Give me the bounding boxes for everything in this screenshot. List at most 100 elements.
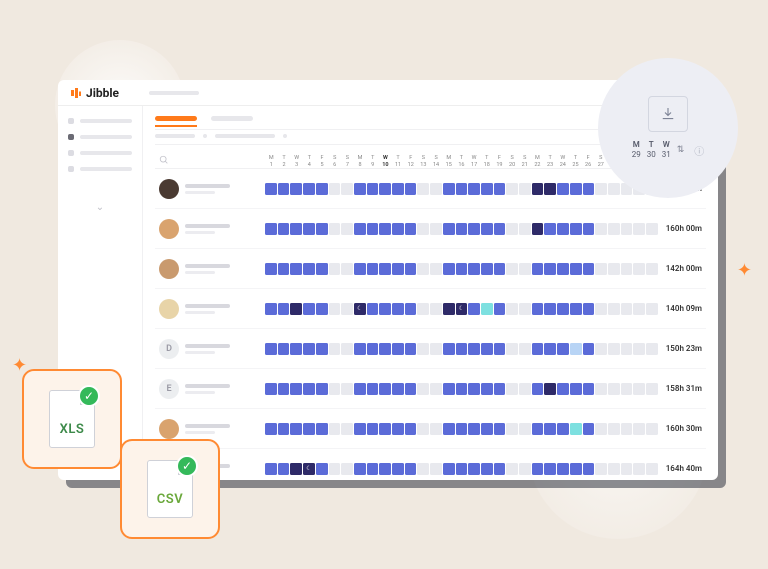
day-cell[interactable]	[329, 223, 341, 235]
day-cell[interactable]	[443, 223, 455, 235]
day-cell[interactable]	[354, 223, 366, 235]
day-cell[interactable]	[417, 423, 429, 435]
day-cell[interactable]	[570, 303, 582, 315]
day-cell[interactable]	[265, 383, 277, 395]
day-cell[interactable]	[633, 423, 645, 435]
day-cell[interactable]	[506, 223, 518, 235]
day-cell[interactable]	[557, 263, 569, 275]
day-cell[interactable]	[468, 223, 480, 235]
day-cell[interactable]	[303, 423, 315, 435]
day-cell[interactable]	[583, 263, 595, 275]
day-cell[interactable]	[557, 303, 569, 315]
day-cell[interactable]	[290, 343, 302, 355]
day-cell[interactable]	[341, 303, 353, 315]
day-cell[interactable]	[417, 263, 429, 275]
day-cell[interactable]	[621, 423, 633, 435]
day-cell[interactable]	[621, 303, 633, 315]
day-cell[interactable]	[379, 183, 391, 195]
timesheet-row[interactable]: ☾164h 40m	[155, 449, 706, 480]
day-cell[interactable]	[633, 343, 645, 355]
search-icon[interactable]	[159, 155, 169, 168]
day-cell[interactable]	[341, 263, 353, 275]
day-cell[interactable]	[595, 343, 607, 355]
day-cell[interactable]	[456, 423, 468, 435]
day-cell[interactable]	[494, 183, 506, 195]
day-cell[interactable]	[570, 383, 582, 395]
filter-control[interactable]	[215, 134, 275, 138]
chevron-down-icon[interactable]: ⌄	[96, 202, 104, 213]
day-cell[interactable]	[583, 183, 595, 195]
day-cell[interactable]	[354, 183, 366, 195]
day-cell[interactable]	[430, 263, 442, 275]
day-cell[interactable]	[392, 343, 404, 355]
day-cell[interactable]	[633, 303, 645, 315]
export-xls-badge[interactable]: XLS ✓	[22, 369, 122, 469]
day-cell[interactable]	[468, 263, 480, 275]
day-cell[interactable]	[329, 263, 341, 275]
day-cell[interactable]	[633, 463, 645, 475]
day-cell[interactable]	[532, 263, 544, 275]
day-cell[interactable]	[633, 383, 645, 395]
day-cell[interactable]	[354, 263, 366, 275]
day-cell[interactable]	[341, 223, 353, 235]
sidebar-item[interactable]	[68, 150, 132, 156]
day-cell[interactable]	[544, 383, 556, 395]
day-cell[interactable]	[570, 223, 582, 235]
day-cell[interactable]	[595, 223, 607, 235]
day-cell[interactable]	[646, 343, 658, 355]
day-cell[interactable]	[265, 303, 277, 315]
day-cell[interactable]	[316, 263, 328, 275]
day-cell[interactable]	[557, 463, 569, 475]
day-cell[interactable]	[468, 343, 480, 355]
day-cell[interactable]	[481, 423, 493, 435]
day-cell[interactable]	[443, 303, 455, 315]
day-cell[interactable]	[278, 463, 290, 475]
day-cell[interactable]	[278, 263, 290, 275]
day-cell[interactable]	[557, 423, 569, 435]
day-cell[interactable]	[354, 343, 366, 355]
day-cell[interactable]	[290, 303, 302, 315]
day-cell[interactable]	[341, 463, 353, 475]
day-cell[interactable]	[265, 263, 277, 275]
day-cell[interactable]	[506, 343, 518, 355]
day-cell[interactable]	[265, 183, 277, 195]
day-cell[interactable]	[570, 463, 582, 475]
day-cell[interactable]	[494, 423, 506, 435]
day-cell[interactable]	[532, 303, 544, 315]
tab[interactable]	[211, 116, 253, 121]
day-cell[interactable]	[379, 463, 391, 475]
day-cell[interactable]	[379, 263, 391, 275]
day-cell[interactable]	[557, 343, 569, 355]
day-cell[interactable]	[290, 263, 302, 275]
day-cell[interactable]	[367, 263, 379, 275]
day-cell[interactable]	[265, 423, 277, 435]
day-cell[interactable]	[405, 423, 417, 435]
day-cell[interactable]	[329, 183, 341, 195]
day-cell[interactable]	[290, 463, 302, 475]
day-cell[interactable]	[519, 263, 531, 275]
day-cell[interactable]	[329, 423, 341, 435]
day-cell[interactable]	[430, 423, 442, 435]
day-cell[interactable]	[290, 183, 302, 195]
day-cell[interactable]	[621, 263, 633, 275]
day-cell[interactable]	[316, 343, 328, 355]
day-cell[interactable]	[506, 303, 518, 315]
day-cell[interactable]	[633, 263, 645, 275]
day-cell[interactable]	[494, 463, 506, 475]
day-cell[interactable]	[354, 463, 366, 475]
day-cell[interactable]	[494, 303, 506, 315]
day-cell[interactable]	[532, 343, 544, 355]
day-cell[interactable]	[456, 383, 468, 395]
day-cell[interactable]	[417, 223, 429, 235]
day-cell[interactable]	[608, 263, 620, 275]
day-cell[interactable]	[443, 463, 455, 475]
day-cell[interactable]	[583, 303, 595, 315]
day-cell[interactable]	[519, 343, 531, 355]
day-cell[interactable]	[417, 343, 429, 355]
day-cell[interactable]	[392, 223, 404, 235]
day-cell[interactable]	[405, 263, 417, 275]
day-cell[interactable]	[608, 383, 620, 395]
day-cell[interactable]	[303, 303, 315, 315]
timesheet-row[interactable]: ☾☾140h 09m	[155, 289, 706, 329]
day-cell[interactable]	[443, 423, 455, 435]
